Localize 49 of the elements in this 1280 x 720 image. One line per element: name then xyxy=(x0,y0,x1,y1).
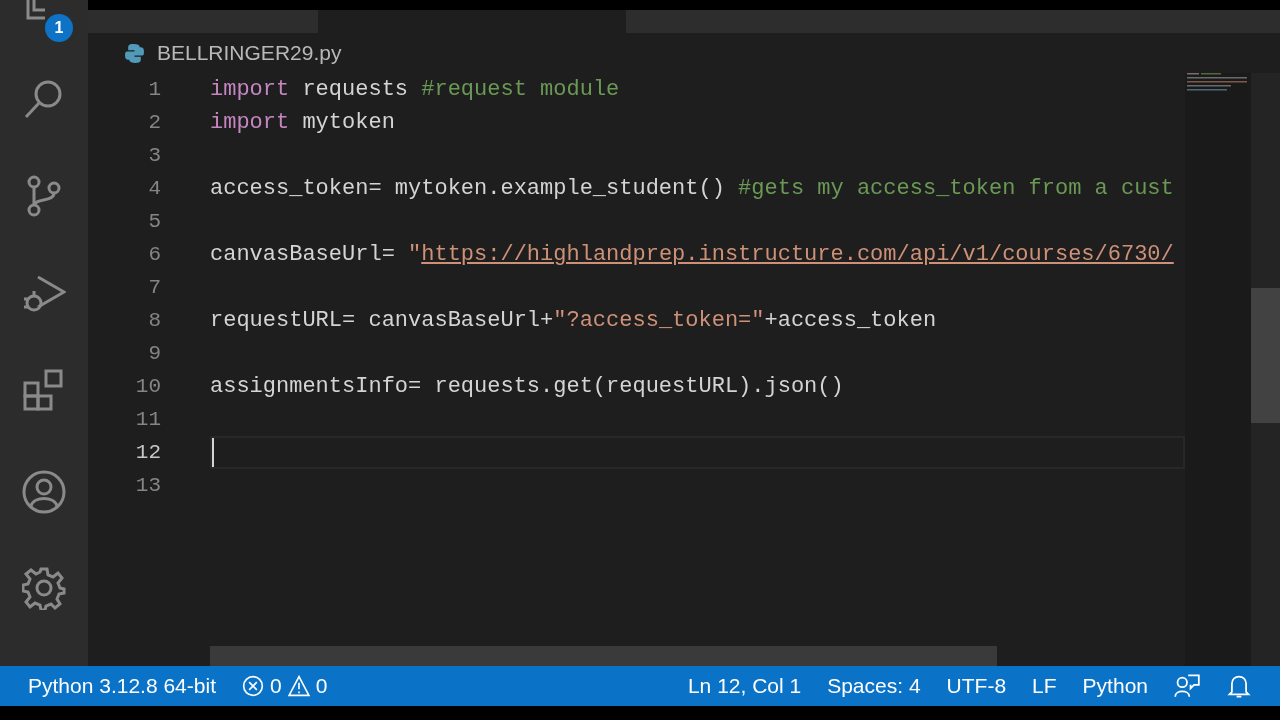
line-number: 6 xyxy=(147,243,161,266)
status-item[interactable]: Ln 12, Col 1 xyxy=(687,674,802,698)
python-file-icon xyxy=(124,42,145,64)
text-cursor xyxy=(212,438,214,467)
code-token: "?access_token=" xyxy=(553,308,765,333)
code-token: import xyxy=(210,77,290,102)
status-item[interactable]: Python xyxy=(1082,674,1148,698)
code-token: requestURL= canvasBaseUrl+ xyxy=(210,308,554,333)
code-token: #request module xyxy=(421,77,620,102)
code-token: access_token= mytoken.example_student() xyxy=(210,176,726,201)
line-number: 2 xyxy=(147,111,161,134)
minimap-code-drawing xyxy=(1185,73,1249,93)
settings-icon[interactable] xyxy=(22,566,66,610)
line-number: 10 xyxy=(134,375,161,398)
notifications-bell-icon[interactable] xyxy=(1226,673,1252,699)
feedback-icon[interactable] xyxy=(1174,673,1200,699)
warning-count[interactable]: 0 xyxy=(315,674,328,698)
breadcrumb-file[interactable]: BELLRINGER29.py xyxy=(157,41,342,65)
line-number: 12 xyxy=(134,441,161,464)
error-count[interactable]: 0 xyxy=(269,674,282,698)
error-icon[interactable] xyxy=(241,675,264,697)
line-number: 3 xyxy=(147,144,161,167)
status-item[interactable]: Spaces: 4 xyxy=(827,674,921,698)
code-token: mytoken xyxy=(301,110,395,135)
status-item[interactable]: UTF-8 xyxy=(946,674,1007,698)
code-token: +access_token xyxy=(764,308,937,333)
account-icon[interactable] xyxy=(22,470,66,514)
line-number: 9 xyxy=(147,342,161,365)
scrollbar-thumb[interactable] xyxy=(210,646,997,666)
scrollbar-thumb[interactable] xyxy=(1251,288,1280,423)
code-token: #gets my access_token from a cust xyxy=(738,176,1174,201)
line-number: 8 xyxy=(147,309,161,332)
code-token: assignmentsInfo= requests.get(requestURL).json() xyxy=(210,374,844,399)
line-number: 11 xyxy=(134,408,161,431)
notification-badge: 1 xyxy=(45,14,73,42)
code-token: requests xyxy=(301,77,410,102)
extensions-icon[interactable] xyxy=(22,367,66,412)
warning-icon[interactable] xyxy=(287,675,310,697)
code-token: " xyxy=(408,242,422,267)
status-item[interactable]: Python 3.12.8 64-bit xyxy=(28,674,216,698)
line-number: 4 xyxy=(147,177,161,200)
code-link[interactable]: https://highlandprep.instructure.com/api/v1/courses/6730/ xyxy=(421,242,1174,267)
line-number: 1 xyxy=(147,78,161,101)
code-token: import xyxy=(210,110,290,135)
line-number: 13 xyxy=(134,474,161,497)
status-item[interactable]: LF xyxy=(1032,674,1057,698)
line-number: 7 xyxy=(147,276,161,299)
code-token: canvasBaseUrl= xyxy=(210,242,396,267)
line-number: 5 xyxy=(147,210,161,233)
